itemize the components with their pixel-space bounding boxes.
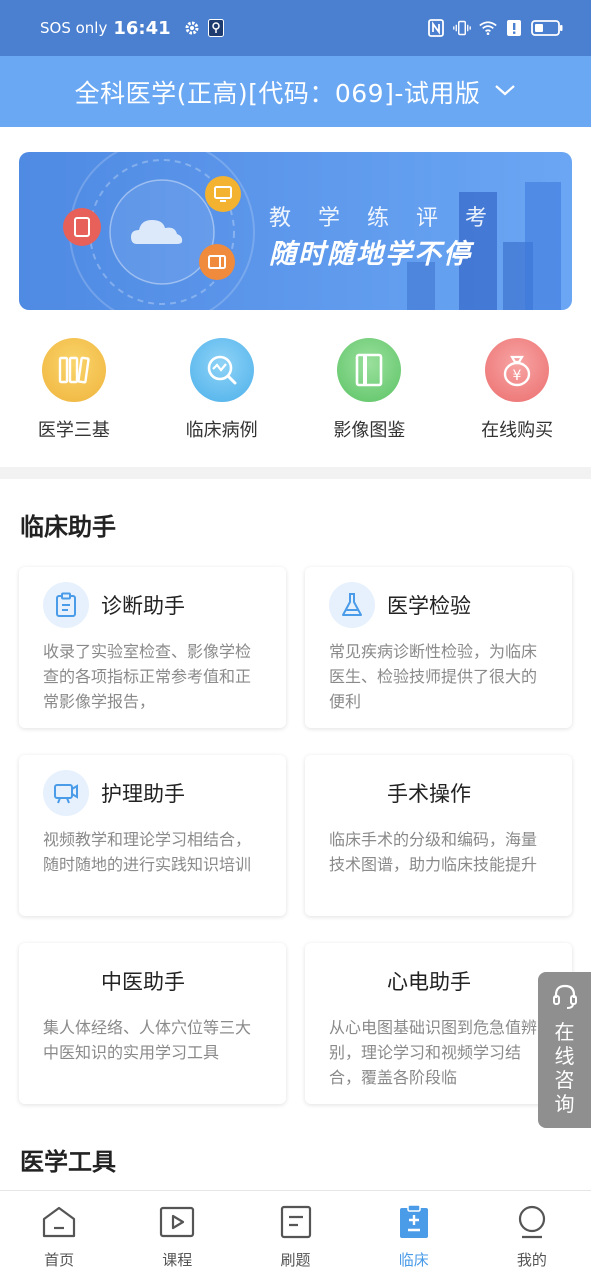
status-bar: SOS only 16:41 — [0, 0, 591, 56]
nav-home[interactable]: 首页 — [0, 1191, 118, 1280]
nav-courses[interactable]: 课程 — [118, 1191, 236, 1280]
document-icon — [278, 1205, 314, 1243]
bottom-navigation: 首页 课程 刷题 临床 我的 — [0, 1190, 591, 1280]
flask-icon — [329, 582, 375, 628]
consult-label: 在线咨询 — [554, 1020, 575, 1116]
card-ecg-assistant[interactable]: 心电助手 从心电图基础识图到危急值辨别，理论学习和视频学习结合，覆盖各阶段临 — [305, 943, 572, 1104]
alert-icon — [505, 19, 523, 37]
card-description: 集人体经络、人体穴位等三大中医知识的实用学习工具 — [43, 1018, 252, 1062]
card-surgical-operations[interactable]: 手术操作 临床手术的分级和编码，海量技术图谱，助力临床技能提升 — [305, 755, 572, 916]
money-bag-icon: ¥ — [485, 338, 550, 402]
online-consult-button[interactable]: 在线咨询 — [538, 972, 591, 1128]
quick-link-label: 在线购买 — [481, 420, 554, 441]
vibrate-icon — [453, 19, 471, 37]
carrier-text: SOS only — [40, 19, 108, 37]
promo-banner[interactable]: 教 学 练 评 考 随时随地学不停 — [19, 152, 572, 310]
clinical-clipboard-icon — [396, 1204, 432, 1243]
clock: 16:41 — [113, 17, 171, 39]
nfc-icon — [427, 19, 445, 37]
card-diagnosis-assistant[interactable]: 诊断助手 收录了实验室检查、影像学检查的各项指标正常参考值和正常影像学报告， — [19, 567, 286, 728]
video-icon — [43, 770, 89, 816]
quick-link-medical-basics[interactable]: 医学三基 — [0, 338, 148, 448]
tools-section-title: 医学工具 — [20, 1148, 116, 1176]
exam-selector[interactable]: 全科医学(正高)[代码：069]-试用版 — [0, 56, 591, 127]
nav-clinical[interactable]: 临床 — [355, 1191, 473, 1280]
user-icon — [514, 1205, 550, 1243]
page-title: 全科医学(正高)[代码：069]-试用版 — [74, 78, 481, 108]
quick-link-imaging-atlas[interactable]: 影像图鉴 — [296, 338, 444, 448]
card-description: 临床手术的分级和编码，海量技术图谱，助力临床技能提升 — [329, 830, 538, 874]
nav-profile[interactable]: 我的 — [473, 1191, 591, 1280]
banner-subtitle: 教 学 练 评 考 — [269, 206, 497, 231]
card-description: 从心电图基础识图到危急值辨别，理论学习和视频学习结合，覆盖各阶段临 — [329, 1018, 538, 1087]
banner-headline: 随时随地学不停 — [269, 239, 472, 270]
album-icon — [337, 338, 402, 402]
play-icon — [159, 1205, 195, 1243]
card-title: 中医助手 — [101, 970, 185, 994]
quick-link-clinical-cases[interactable]: 临床病例 — [148, 338, 296, 448]
card-description: 常见疾病诊断性检验，为临床医生、检验技师提供了很大的便利 — [329, 642, 538, 711]
card-title: 医学检验 — [387, 594, 471, 618]
card-title: 护理助手 — [101, 782, 185, 806]
quick-link-label: 临床病例 — [185, 420, 258, 441]
nav-practice[interactable]: 刷题 — [236, 1191, 354, 1280]
nav-label: 首页 — [44, 1251, 75, 1269]
clinical-section-title: 临床助手 — [20, 513, 116, 541]
location-icon — [207, 19, 225, 37]
card-lab-tests[interactable]: 医学检验 常见疾病诊断性检验，为临床医生、检验技师提供了很大的便利 — [305, 567, 572, 728]
svg-text:¥: ¥ — [513, 368, 522, 384]
nav-label: 课程 — [162, 1251, 193, 1269]
clipboard-icon — [43, 582, 89, 628]
home-icon — [41, 1205, 77, 1243]
card-title: 手术操作 — [387, 782, 471, 806]
headset-icon — [551, 982, 579, 1014]
nav-label: 临床 — [398, 1251, 429, 1269]
quick-link-label: 医学三基 — [37, 420, 110, 441]
card-title: 诊断助手 — [101, 594, 185, 618]
quick-links: 医学三基 临床病例 影像图鉴 ¥ 在线购买 — [0, 338, 591, 448]
card-description: 收录了实验室检查、影像学检查的各项指标正常参考值和正常影像学报告， — [43, 642, 252, 711]
card-description: 视频教学和理论学习相结合，随时随地的进行实践知识培训 — [43, 830, 252, 874]
quick-link-online-purchase[interactable]: ¥ 在线购买 — [443, 338, 591, 448]
books-icon — [41, 338, 106, 402]
wifi-icon — [479, 19, 497, 37]
monitor-bubble-icon — [205, 176, 241, 212]
screen-bubble-icon — [199, 244, 235, 280]
section-divider — [0, 467, 591, 479]
nav-label: 刷题 — [280, 1251, 311, 1269]
nav-label: 我的 — [516, 1251, 547, 1269]
card-nursing-assistant[interactable]: 护理助手 视频教学和理论学习相结合，随时随地的进行实践知识培训 — [19, 755, 286, 916]
card-title: 心电助手 — [387, 970, 471, 994]
chevron-down-icon — [494, 82, 516, 101]
battery-icon — [531, 19, 563, 37]
card-tcm-assistant[interactable]: 中医助手 集人体经络、人体穴位等三大中医知识的实用学习工具 — [19, 943, 286, 1104]
chart-search-icon — [189, 338, 254, 402]
settings-icon — [183, 19, 201, 37]
tablet-bubble-icon — [63, 208, 101, 246]
quick-link-label: 影像图鉴 — [333, 420, 406, 441]
